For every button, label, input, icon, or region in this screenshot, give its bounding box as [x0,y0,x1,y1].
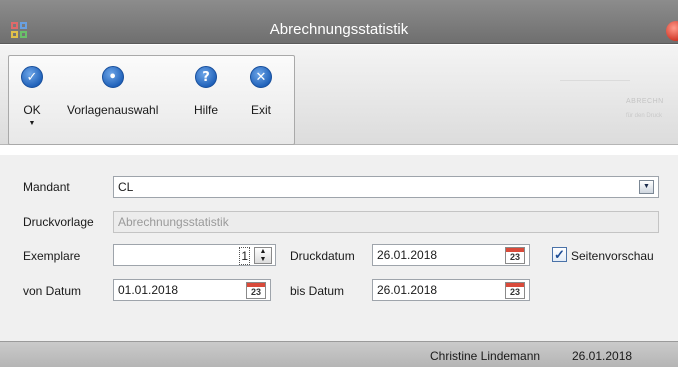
checkmark-icon: ✓ [21,66,43,88]
bis-datum-label: bis Datum [290,284,345,298]
help-icon: ? [195,66,217,88]
druckvorlage-label: Druckvorlage [23,215,94,229]
bis-datum-value: 26.01.2018 [377,283,438,297]
spin-updown-icon[interactable]: ▲ ▼ [254,247,272,264]
druckdatum-label: Druckdatum [290,249,355,263]
druckdatum-value: 26.01.2018 [377,248,438,262]
druckdatum-field[interactable]: 26.01.2018 23 [372,244,530,266]
close-x-icon: ✕ [250,66,272,88]
calendar-icon[interactable]: 23 [505,282,525,299]
mandant-value: CL [118,180,134,194]
background-report-preview: ABRECHN für den Druck [560,80,678,140]
exit-label: Exit [250,103,271,117]
druckvorlage-field: Abrechnungsstatistik [113,211,659,233]
exemplare-label: Exemplare [23,249,81,263]
ghost-title: ABRECHN [626,98,664,105]
hilfe-label: Hilfe [194,103,219,117]
chevron-down-icon[interactable]: ▼ [21,120,43,128]
status-bar: Christine Lindemann 26.01.2018 [0,341,678,367]
seitenvorschau-label[interactable]: Seitenvorschau [571,249,654,263]
status-user: Christine Lindemann [430,349,541,363]
ghost-subtitle: für den Druck [626,113,663,119]
mandant-label: Mandant [23,180,70,194]
druckvorlage-value: Abrechnungsstatistik [118,215,229,229]
print-form: Mandant CL ▼ Druckvorlage Abrechnungssta… [0,155,678,341]
von-datum-value: 01.01.2018 [118,283,179,297]
seitenvorschau-checkbox[interactable]: ✓ [552,247,567,262]
exit-button[interactable]: ✕ Exit [250,66,272,117]
von-datum-label: von Datum [23,284,82,298]
exemplare-value: 1 [239,247,250,265]
ok-button[interactable]: ✓ OK ▼ [21,66,43,128]
toolbar-group: ✓ OK ▼ • Vorlagenauswahl ? Hilfe ✕ Exit [8,55,295,145]
calendar-icon[interactable]: 23 [505,247,525,264]
chevron-down-icon[interactable]: ▼ [639,180,654,194]
calendar-icon[interactable]: 23 [246,282,266,299]
exemplare-stepper[interactable]: 1 ▲ ▼ [113,244,276,266]
mandant-select[interactable]: CL ▼ [113,176,659,198]
window-title: Abrechnungsstatistik [269,21,409,38]
hilfe-button[interactable]: ? Hilfe [194,66,218,117]
window-close-button[interactable] [666,21,678,41]
title-bar[interactable]: Abrechnungsstatistik [0,0,678,44]
vorlagenauswahl-label: Vorlagenauswahl [67,103,159,117]
von-datum-field[interactable]: 01.01.2018 23 [113,279,271,301]
status-date: 26.01.2018 [572,349,633,363]
bis-datum-field[interactable]: 26.01.2018 23 [372,279,530,301]
toolbar: ✓ OK ▼ • Vorlagenauswahl ? Hilfe ✕ Exit … [0,45,678,145]
ok-label: OK [23,103,41,117]
template-select-icon: • [101,66,124,88]
vorlagenauswahl-button[interactable]: • Vorlagenauswahl [67,66,158,117]
